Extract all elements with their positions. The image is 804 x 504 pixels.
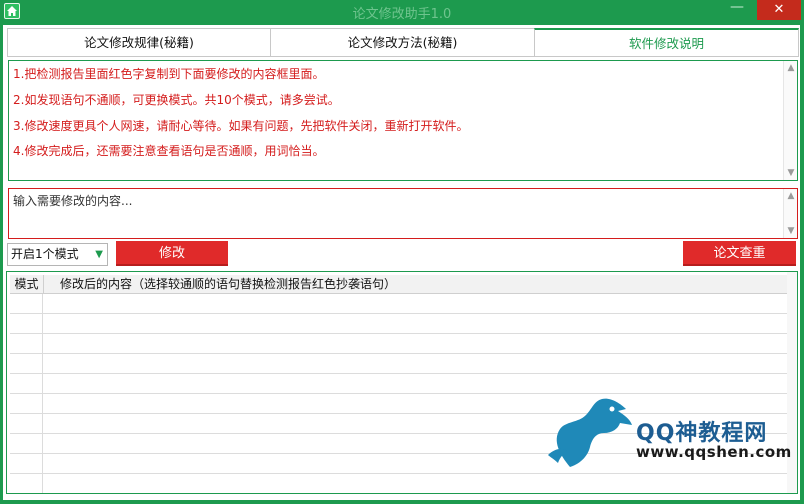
column-header-mode[interactable]: 模式 (10, 275, 44, 294)
minimize-button[interactable]: — (722, 0, 752, 20)
window-title: 论文修改助手1.0 (352, 7, 452, 22)
caret-down-icon: ▼ (95, 249, 103, 260)
table-row[interactable] (10, 334, 788, 354)
instruction-line: 4.修改完成后，还需要注意查看语句是否通顺，用词恰当。 (13, 144, 325, 158)
tab-modify-methods[interactable]: 论文修改方法(秘籍) (270, 28, 535, 57)
plagiarism-check-button[interactable]: 论文查重 (683, 241, 796, 266)
scroll-down-icon[interactable]: ▼ (786, 226, 796, 236)
tab-software-instructions[interactable]: 软件修改说明 (534, 28, 799, 57)
scroll-up-icon[interactable]: ▲ (786, 191, 796, 201)
watermark-url: www.qqshen.com (636, 443, 792, 461)
scroll-down-icon[interactable]: ▼ (786, 168, 796, 178)
instruction-line: 2.如发现语句不通顺，可更换模式。共10个模式，请多尝试。 (13, 93, 340, 107)
input-panel: ▲ ▼ (8, 188, 798, 239)
mode-select[interactable]: 开启1个模式 ▼ (7, 243, 108, 266)
title-bar[interactable]: 论文修改助手1.0 — ✕ (0, 0, 804, 24)
instructions-scrollbar[interactable]: ▲ ▼ (783, 61, 797, 180)
watermark-logo: QQ神教程网 www.qqshen.com (540, 385, 798, 475)
modify-button[interactable]: 修改 (116, 241, 228, 266)
instruction-line: 1.把检测报告里面红色字复制到下面要修改的内容框里面。 (13, 67, 325, 81)
instruction-line: 3.修改速度更具个人网速，请耐心等待。如果有问题，先把软件关闭，重新打开软件。 (13, 119, 469, 133)
table-row[interactable] (10, 354, 788, 374)
column-header-content[interactable]: 修改后的内容（选择较通顺的语句替换检测报告红色抄袭语句） (44, 275, 788, 294)
input-scrollbar[interactable]: ▲ ▼ (783, 189, 797, 238)
dragon-logo-icon (548, 398, 632, 467)
mode-select-value: 开启1个模式 (11, 247, 79, 261)
tab-bar: 论文修改规律(秘籍) 论文修改方法(秘籍) 软件修改说明 (7, 28, 799, 57)
table-row[interactable] (10, 294, 788, 314)
table-row[interactable] (10, 314, 788, 334)
content-input[interactable] (9, 189, 783, 238)
instructions-panel: 1.把检测报告里面红色字复制到下面要修改的内容框里面。 2.如发现语句不通顺，可… (8, 60, 798, 181)
scroll-up-icon[interactable]: ▲ (786, 63, 796, 73)
close-button[interactable]: ✕ (757, 0, 801, 20)
table-row[interactable] (10, 474, 788, 493)
app-window: 论文修改助手1.0 — ✕ 论文修改规律(秘籍) 论文修改方法(秘籍) 软件修改… (0, 0, 804, 504)
tab-modify-rules[interactable]: 论文修改规律(秘籍) (7, 28, 271, 57)
